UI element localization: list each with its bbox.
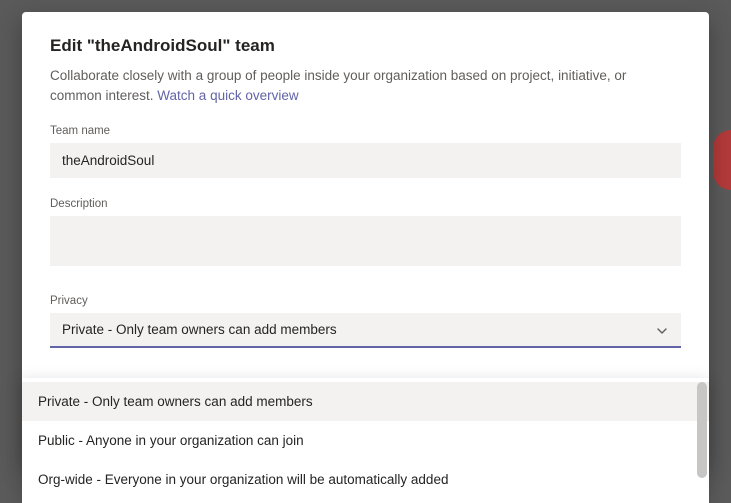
- modal-subtitle: Collaborate closely with a group of peop…: [50, 66, 681, 105]
- team-name-input[interactable]: [50, 143, 681, 178]
- modal-title: Edit "theAndroidSoul" team: [50, 36, 681, 56]
- description-input[interactable]: [50, 216, 681, 266]
- dropdown-scrollbar[interactable]: [697, 382, 707, 499]
- team-name-label: Team name: [50, 125, 681, 137]
- subtitle-text: Collaborate closely with a group of peop…: [50, 68, 626, 103]
- privacy-dropdown: Private - Only team owners can add membe…: [22, 378, 709, 503]
- privacy-select[interactable]: Private - Only team owners can add membe…: [50, 313, 681, 348]
- privacy-selected-value: Private - Only team owners can add membe…: [62, 322, 337, 337]
- privacy-option-private[interactable]: Private - Only team owners can add membe…: [22, 382, 709, 421]
- privacy-option-public[interactable]: Public - Anyone in your organization can…: [22, 421, 709, 460]
- privacy-option-orgwide[interactable]: Org-wide - Everyone in your organization…: [22, 460, 709, 499]
- scrollbar-thumb[interactable]: [697, 382, 707, 478]
- privacy-label: Privacy: [50, 295, 681, 307]
- background-decoration: [713, 130, 731, 190]
- quick-overview-link[interactable]: Watch a quick overview: [157, 88, 298, 103]
- description-label: Description: [50, 198, 681, 210]
